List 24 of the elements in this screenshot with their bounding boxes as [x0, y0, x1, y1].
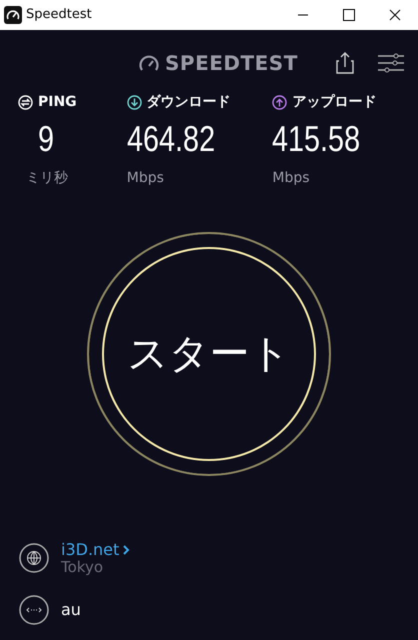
server-link[interactable]: i3D.net — [61, 541, 120, 559]
metric-label: PING — [38, 93, 77, 112]
settings-icon[interactable] — [378, 53, 404, 73]
server-location: Tokyo — [61, 558, 104, 576]
provider-name: au — [61, 599, 81, 622]
share-icon[interactable] — [336, 52, 354, 74]
maximize-button[interactable] — [343, 9, 355, 21]
metric-unit: Mbps — [272, 170, 310, 186]
metric-label: アップロード — [292, 93, 376, 112]
app-icon — [4, 6, 22, 24]
window-title: Speedtest — [26, 6, 92, 24]
metric-value: 9 — [38, 121, 54, 157]
metric-value: 415.58 — [272, 121, 360, 157]
metric-unit: ミリ秒 — [26, 170, 68, 186]
metric-value: 464.82 — [126, 121, 215, 157]
chevron-icon[interactable] — [123, 544, 130, 555]
close-button[interactable] — [389, 9, 401, 21]
logo-text: SPEEDTEST — [165, 50, 298, 77]
start-button[interactable]: スタート — [87, 232, 331, 476]
connection-icon — [19, 595, 49, 626]
globe-icon — [19, 543, 49, 574]
metric-label: ダウンロード — [146, 93, 231, 112]
metric-unit: Mbps — [126, 170, 164, 186]
gauge-icon — [138, 53, 160, 73]
